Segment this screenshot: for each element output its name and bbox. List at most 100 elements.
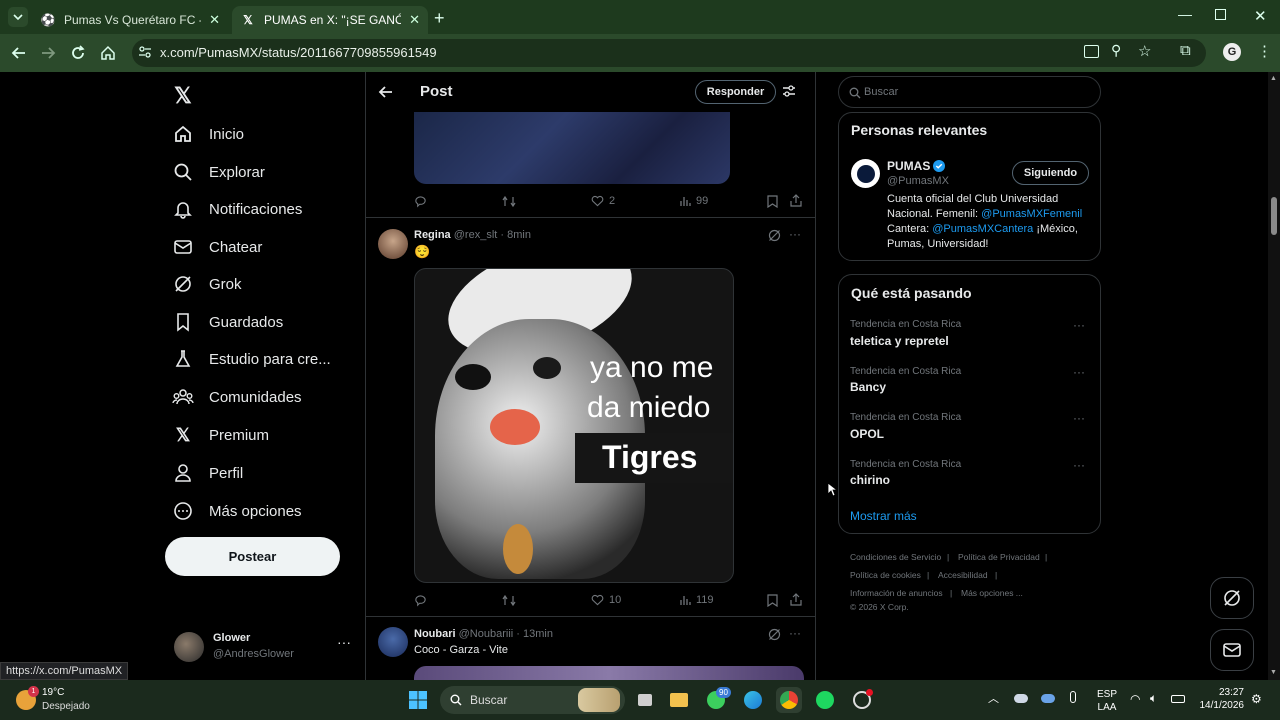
- task-view-icon[interactable]: [632, 687, 658, 713]
- siguiendo-button[interactable]: Siguiendo: [1012, 161, 1089, 185]
- close-window-button[interactable]: ✕: [1254, 7, 1267, 25]
- footer-accessibility-link[interactable]: Accesibilidad: [938, 570, 988, 580]
- sidebar-item-comunidades[interactable]: Comunidades: [172, 382, 302, 412]
- grok-icon[interactable]: [768, 628, 781, 646]
- post-more-icon[interactable]: ···: [789, 626, 801, 640]
- post-image[interactable]: ya no me da miedo Tigres: [414, 268, 734, 583]
- post-more-icon[interactable]: ···: [789, 227, 801, 241]
- bookmark-action[interactable]: [767, 195, 783, 208]
- sidebar-item-explorar[interactable]: Explorar: [172, 157, 265, 187]
- share-action[interactable]: [790, 194, 807, 207]
- mention-link[interactable]: @PumasMXCantera: [932, 223, 1033, 235]
- close-tab-icon[interactable]: ✕: [409, 12, 420, 28]
- file-explorer-icon[interactable]: [666, 687, 692, 713]
- sidebar-item-estudio[interactable]: Estudio para cre...: [172, 344, 331, 374]
- sidebar-item-perfil[interactable]: Perfil: [172, 458, 243, 488]
- wifi-icon[interactable]: ◠: [1130, 692, 1140, 706]
- footer-cookies-link[interactable]: Política de cookies: [850, 570, 921, 580]
- profile-avatar[interactable]: G: [1223, 43, 1241, 61]
- retweet-action[interactable]: [502, 195, 521, 208]
- avatar[interactable]: [378, 627, 408, 657]
- cloud-icon[interactable]: [1041, 694, 1055, 703]
- views-action[interactable]: 119: [679, 594, 714, 606]
- notification-bell-icon[interactable]: ⚙: [1251, 692, 1262, 706]
- footer-ads-link[interactable]: Información de anuncios: [850, 588, 943, 598]
- account-more-icon[interactable]: ···: [337, 634, 351, 650]
- start-button[interactable]: [405, 687, 431, 713]
- show-more-link[interactable]: Mostrar más: [850, 509, 917, 523]
- tab-pumas-x-post[interactable]: 𝕏 PUMAS en X: "¡SE GANÓ EN EL ✕: [232, 6, 428, 34]
- avatar[interactable]: [378, 229, 408, 259]
- home-button[interactable]: [97, 42, 119, 64]
- footer-privacy-link[interactable]: Política de Privacidad: [958, 552, 1040, 562]
- extensions-icon[interactable]: ⧉: [1180, 42, 1191, 59]
- views-action[interactable]: 99: [679, 195, 708, 207]
- author-handle[interactable]: @rex_slt: [454, 229, 498, 241]
- spotify-icon[interactable]: [812, 687, 838, 713]
- sidebar-item-grok[interactable]: Grok: [172, 269, 242, 299]
- share-action[interactable]: [790, 593, 807, 606]
- grok-floating-button[interactable]: [1210, 577, 1254, 619]
- browser-menu-icon[interactable]: ⋮: [1257, 42, 1272, 60]
- sliders-icon[interactable]: [782, 84, 796, 103]
- weather-widget[interactable]: 1 19°C Despejado: [8, 684, 118, 716]
- language-indicator[interactable]: ESP LAA: [1097, 688, 1117, 714]
- close-tab-icon[interactable]: ✕: [209, 12, 220, 28]
- forward-button[interactable]: [37, 42, 59, 64]
- account-switcher[interactable]: Glower @AndresGlower ···: [173, 629, 353, 665]
- minimize-button[interactable]: —: [1178, 6, 1192, 22]
- sidebar-item-chatear[interactable]: Chatear: [172, 232, 262, 262]
- bookmark-action[interactable]: [767, 594, 783, 607]
- volume-icon[interactable]: 🔈︎: [1150, 691, 1157, 706]
- maximize-button[interactable]: [1215, 9, 1226, 20]
- microphone-icon[interactable]: [1070, 691, 1076, 703]
- sidebar-item-premium[interactable]: 𝕏 Premium: [172, 420, 269, 450]
- zoom-icon[interactable]: ⚲: [1111, 42, 1121, 59]
- grok-icon[interactable]: [768, 229, 781, 247]
- trend-more-icon[interactable]: ···: [1073, 411, 1085, 425]
- site-info-icon[interactable]: [138, 45, 152, 59]
- sidebar-item-guardados[interactable]: Guardados: [172, 307, 283, 337]
- author-handle[interactable]: @Noubariii: [459, 628, 514, 640]
- sidebar-item-inicio[interactable]: Inicio: [172, 119, 244, 149]
- tray-chevron-icon[interactable]: ︿: [988, 690, 999, 706]
- trend-more-icon[interactable]: ···: [1073, 365, 1085, 379]
- trend-more-icon[interactable]: ···: [1073, 458, 1085, 472]
- post-image[interactable]: [414, 666, 804, 680]
- new-tab-button[interactable]: +: [434, 8, 445, 29]
- responder-button[interactable]: Responder: [695, 80, 776, 104]
- scrollbar-thumb[interactable]: [1271, 197, 1277, 235]
- post-time[interactable]: 13min: [523, 628, 553, 640]
- back-arrow-icon[interactable]: [378, 84, 394, 105]
- post-media-previous[interactable]: [414, 112, 730, 184]
- search-input[interactable]: Buscar: [838, 76, 1101, 108]
- sidebar-item-mas-opciones[interactable]: Más opciones: [172, 496, 302, 526]
- scrollbar-up-arrow[interactable]: ▲: [1270, 75, 1277, 82]
- person-name[interactable]: PUMAS: [887, 159, 946, 173]
- tab-search-button[interactable]: [8, 7, 28, 27]
- edge-icon[interactable]: [740, 687, 766, 713]
- footer-more-link[interactable]: Más opciones ...: [961, 588, 1023, 598]
- like-action[interactable]: 10: [591, 594, 621, 606]
- install-app-icon[interactable]: [1084, 45, 1099, 58]
- reply-action[interactable]: [414, 594, 432, 607]
- author-name[interactable]: Noubari: [414, 628, 456, 640]
- author-name[interactable]: Regina: [414, 229, 451, 241]
- onedrive-icon[interactable]: [1014, 694, 1028, 703]
- retweet-action[interactable]: [502, 594, 521, 607]
- postear-button[interactable]: Postear: [165, 537, 340, 576]
- like-action[interactable]: 2: [591, 195, 615, 207]
- mention-link[interactable]: @PumasMXFemenil: [981, 208, 1082, 220]
- scrollbar-down-arrow[interactable]: ▼: [1270, 669, 1277, 676]
- reply-action[interactable]: [414, 195, 432, 208]
- tab-pumas-queretaro[interactable]: ⚽ Pumas Vs Querétaro FC - Alinea ✕: [32, 6, 228, 34]
- scrollbar-track[interactable]: ▲ ▼: [1268, 72, 1280, 680]
- messages-floating-button[interactable]: [1210, 629, 1254, 671]
- taskbar-search[interactable]: Buscar: [440, 686, 625, 714]
- x-logo[interactable]: 𝕏: [174, 83, 192, 109]
- avatar[interactable]: [851, 159, 880, 188]
- bookmark-star-icon[interactable]: ☆: [1138, 42, 1151, 60]
- post-time[interactable]: 8min: [507, 229, 531, 241]
- chrome-icon[interactable]: [776, 687, 802, 713]
- sidebar-item-notificaciones[interactable]: Notificaciones: [172, 194, 302, 224]
